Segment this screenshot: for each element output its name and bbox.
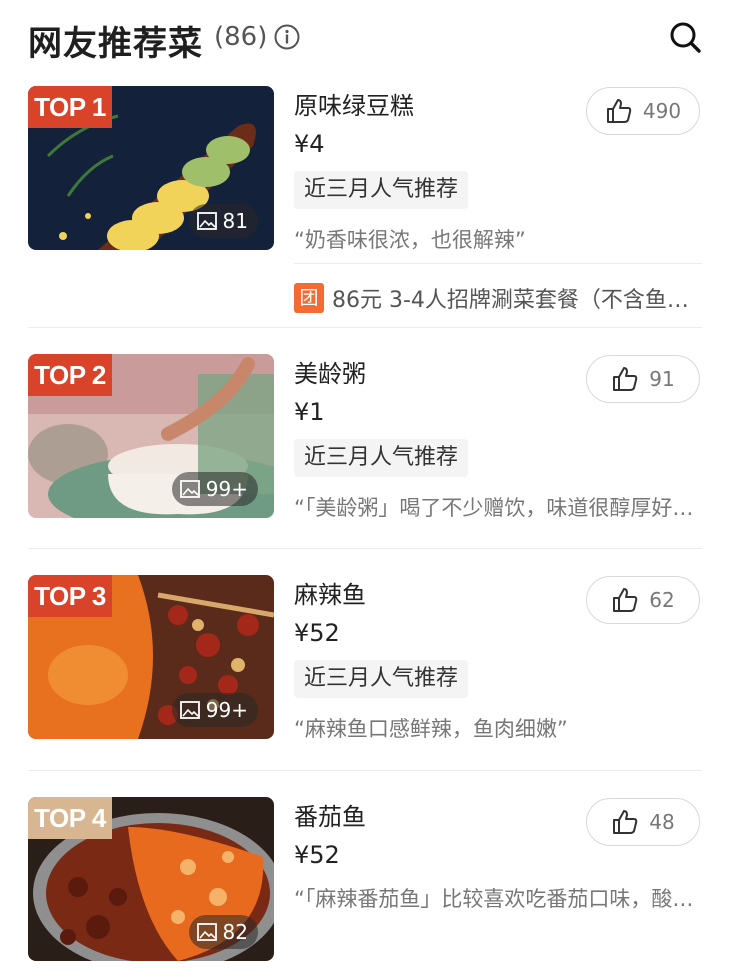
divider [294,263,702,264]
photo-count: 99+ [171,472,258,506]
search-icon[interactable] [668,20,702,54]
review-quote: “「麻辣番茄鱼」比较喜欢吃番茄口味，酸酸甜甜的” [294,887,704,911]
card-divider [28,327,702,328]
thumbs-up-icon [613,367,638,391]
like-button[interactable]: 62 [586,576,700,624]
photo-count: 82 [188,915,258,949]
dish-photo[interactable]: TOP 2 99+ [28,354,274,518]
like-count: 62 [649,588,675,612]
image-icon [179,701,200,719]
like-button[interactable]: 490 [586,87,700,135]
like-count: 91 [649,367,675,391]
thumbs-up-icon [606,99,632,123]
dish-name[interactable]: 原味绿豆糕 [294,86,414,121]
page-title: 网友推荐菜 [28,24,203,64]
popularity-tag: 近三月人气推荐 [294,171,469,209]
thumbs-up-icon [613,588,638,612]
dish-name[interactable]: 麻辣鱼 [294,575,366,610]
photo-count: 81 [188,204,258,238]
group-deal-icon: 团 [294,283,324,313]
popularity-tag: 近三月人气推荐 [294,439,469,477]
dish-price: ¥1 [294,398,325,426]
dish-price: ¥52 [294,619,340,647]
dish-name[interactable]: 美龄粥 [294,354,366,389]
card-divider [28,548,702,549]
header: 网友推荐菜 (86) [0,0,730,80]
like-count: 48 [649,810,675,834]
like-button[interactable]: 91 [586,355,700,403]
dish-photo[interactable]: TOP 3 99+ [28,575,274,739]
group-deal-link[interactable]: 团 86元 3-4人招牌涮菜套餐（不含鱼锅） [294,282,704,314]
info-icon[interactable] [274,24,300,50]
thumbs-up-icon [613,810,638,834]
rank-badge: TOP 2 [28,354,112,396]
rank-badge: TOP 1 [28,86,112,128]
image-icon [196,212,217,230]
like-count: 490 [642,99,682,123]
review-quote: “「美龄粥」喝了不少赠饮，味道很醇厚好喝，推荐” [294,496,704,520]
deal-text: 86元 3-4人招牌涮菜套餐（不含鱼锅） [332,288,704,313]
photo-count: 99+ [171,693,258,727]
image-icon [179,480,200,498]
card-divider [28,770,702,771]
review-quote: “奶香味很浓，也很解辣” [294,228,526,252]
popularity-tag: 近三月人气推荐 [294,660,469,698]
dish-price: ¥52 [294,841,340,869]
image-icon [196,923,217,941]
rank-badge: TOP 3 [28,575,112,617]
review-quote: “麻辣鱼口感鲜辣，鱼肉细嫩” [294,717,568,741]
dish-photo[interactable]: TOP 4 82 [28,797,274,961]
dish-count: (86) [214,22,268,52]
dish-name[interactable]: 番茄鱼 [294,797,366,832]
rank-badge: TOP 4 [28,797,112,839]
dish-price: ¥4 [294,130,325,158]
dish-photo[interactable]: TOP 1 81 [28,86,274,250]
like-button[interactable]: 48 [586,798,700,846]
